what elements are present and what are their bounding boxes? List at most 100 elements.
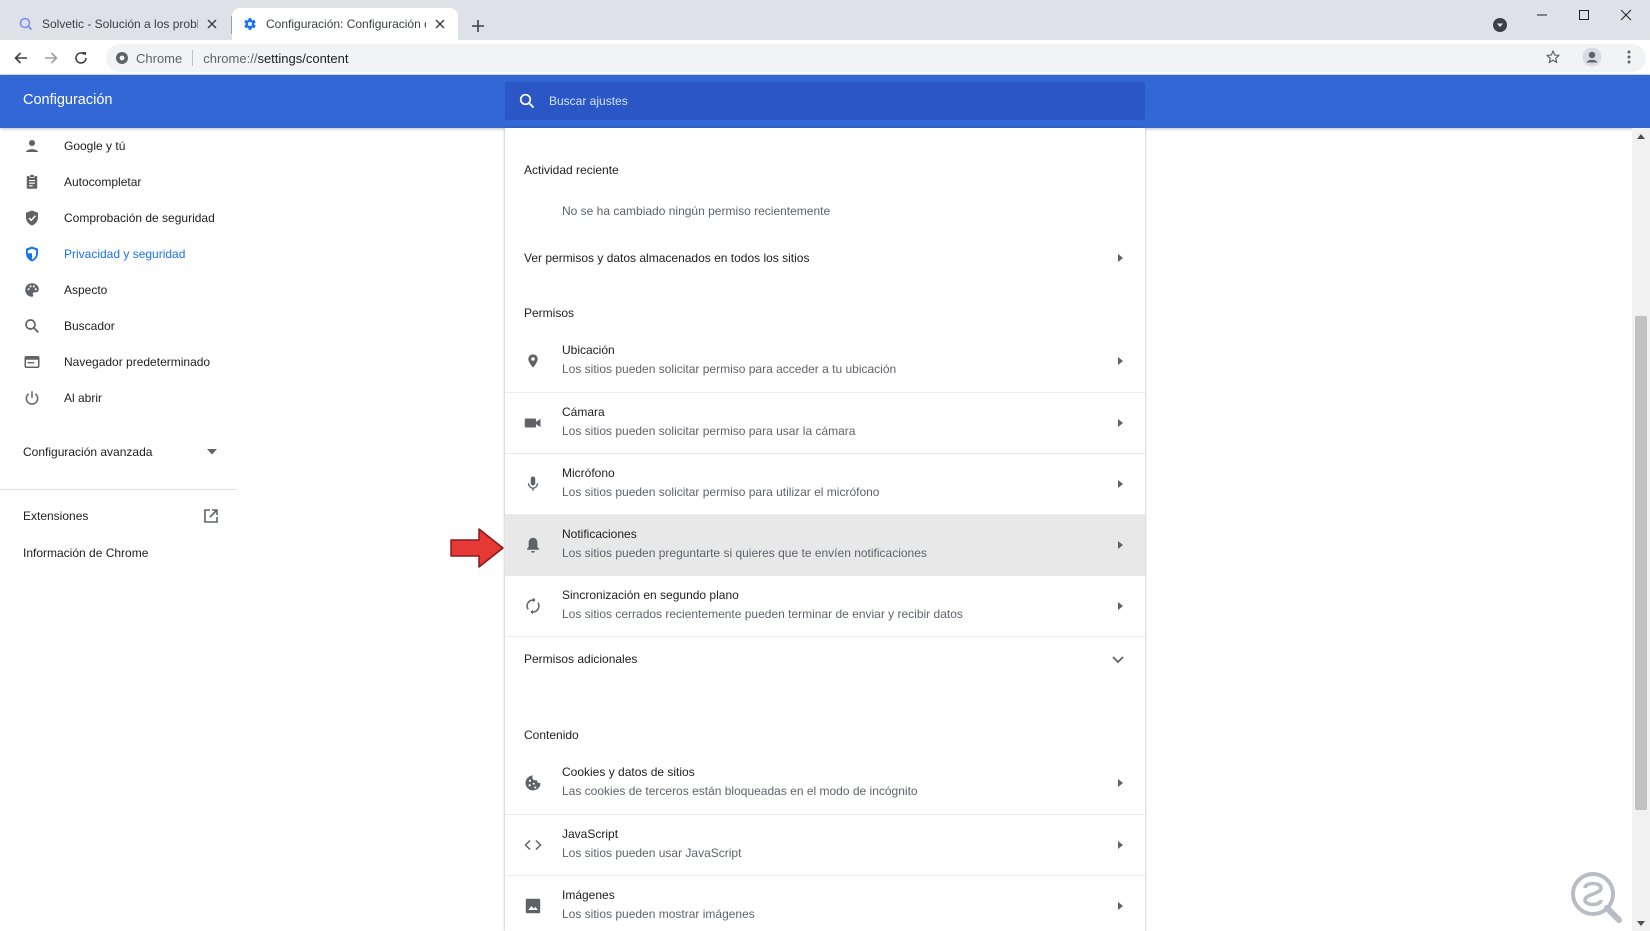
scrollbar-thumb[interactable] (1635, 316, 1647, 810)
tab-settings[interactable]: Configuración: Configuración de (232, 8, 458, 40)
sidebar-item-safety-check[interactable]: Comprobación de seguridad (0, 200, 236, 236)
annotation-arrow-icon (450, 528, 504, 568)
maximize-icon[interactable] (1563, 4, 1605, 26)
permission-description: Los sitios pueden solicitar permiso para… (562, 485, 880, 499)
permission-title: Sincronización en segundo plano (562, 588, 739, 602)
bookmark-star-icon[interactable] (1542, 46, 1564, 68)
solvetic-watermark-logo-icon (1571, 872, 1622, 923)
permission-row-location[interactable]: Ubicación Los sitios pueden solicitar pe… (505, 331, 1145, 392)
arrow-right-icon (1112, 598, 1128, 614)
recent-activity-text: No se ha cambiado ningún permiso recient… (562, 204, 831, 218)
address-bar[interactable]: Chrome chrome://settings/content (106, 44, 1646, 72)
sidebar-item-label: Comprobación de seguridad (64, 211, 215, 225)
permission-description: Los sitios pueden solicitar permiso para… (562, 424, 856, 438)
sidebar-item-label: Autocompletar (64, 175, 142, 189)
permission-row-notifications[interactable]: Notificaciones Los sitios pueden pregunt… (505, 514, 1145, 575)
close-icon[interactable] (432, 16, 448, 32)
image-icon (522, 895, 544, 917)
close-icon[interactable] (204, 16, 220, 32)
sidebar-item-label: Al abrir (64, 391, 103, 405)
code-icon (522, 834, 544, 856)
shield-half-icon (22, 244, 42, 264)
palette-icon (22, 280, 42, 300)
browser-icon (22, 352, 42, 372)
sidebar-item-on-startup[interactable]: Al abrir (0, 380, 236, 416)
person-icon (22, 136, 42, 156)
permission-row-camera[interactable]: Cámara Los sitios pueden solicitar permi… (505, 392, 1145, 453)
content-title-text: Imágenes (562, 888, 615, 902)
sidebar-item-label: Información de Chrome (23, 546, 149, 560)
forward-arrow-icon[interactable] (38, 45, 64, 71)
gear-icon (242, 16, 258, 32)
sync-icon (522, 595, 544, 617)
view-all-permissions-link[interactable]: Ver permisos y datos almacenados en todo… (505, 238, 1145, 278)
permission-description: Los sitios pueden solicitar permiso para… (562, 362, 897, 376)
sidebar-item-label: Google y tú (64, 139, 126, 153)
search-icon (22, 316, 42, 336)
permission-title: Notificaciones (562, 527, 637, 541)
sidebar-item-autofill[interactable]: Autocompletar (0, 164, 236, 200)
more-menu-icon[interactable] (1618, 46, 1640, 68)
camera-icon (522, 412, 544, 434)
content-description: Los sitios pueden usar JavaScript (562, 846, 742, 860)
arrow-right-icon (1112, 415, 1128, 431)
omnibox-url-scheme: chrome:// (203, 50, 258, 66)
permission-title: Ubicación (562, 343, 615, 357)
content-title: Contenido (524, 728, 579, 742)
content-title-text: Cookies y datos de sitios (562, 765, 695, 779)
profile-avatar-icon[interactable] (1581, 46, 1603, 68)
permission-description: Los sitios cerrados recientemente pueden… (562, 607, 963, 621)
sidebar-item-default-browser[interactable]: Navegador predeterminado (0, 344, 236, 380)
search-input[interactable] (549, 94, 1109, 108)
sidebar-item-search-engine[interactable]: Buscador (0, 308, 236, 344)
arrow-right-icon (1112, 353, 1128, 369)
new-tab-plus-icon[interactable] (466, 14, 490, 38)
content-row-javascript[interactable]: JavaScript Los sitios pueden usar JavaSc… (505, 814, 1145, 875)
tab-search-icon[interactable] (1489, 14, 1511, 36)
back-arrow-icon[interactable] (8, 45, 34, 71)
sidebar-item-label: Aspecto (64, 283, 108, 297)
tab-strip: Solvetic - Solución a los problemas Conf… (0, 0, 1650, 40)
omnibox-divider (192, 50, 194, 66)
sidebar-item-label: Extensiones (23, 509, 89, 523)
additional-permissions-toggle[interactable]: Permisos adicionales (505, 636, 1145, 680)
sidebar-item-appearance[interactable]: Aspecto (0, 272, 236, 308)
permission-row-background-sync[interactable]: Sincronización en segundo plano Los siti… (505, 575, 1145, 636)
reload-icon[interactable] (68, 45, 94, 71)
permission-row-microphone[interactable]: Micrófono Los sitios pueden solicitar pe… (505, 453, 1145, 514)
permission-title: Micrófono (562, 466, 615, 480)
chrome-page-icon[interactable] (114, 50, 130, 66)
scroll-up-arrow-icon[interactable] (1632, 128, 1650, 144)
permission-description: Los sitios pueden preguntarte si quieres… (562, 546, 927, 560)
search-icon (517, 91, 537, 111)
content-row-images[interactable]: Imágenes Los sitios pueden mostrar imáge… (505, 875, 1145, 931)
arrow-right-icon (1112, 250, 1128, 266)
arrow-right-icon (1112, 537, 1128, 553)
tab-title: Solvetic - Solución a los problemas (42, 17, 198, 31)
scroll-down-arrow-icon[interactable] (1632, 915, 1650, 931)
minimize-icon[interactable] (1521, 4, 1563, 26)
arrow-right-icon (1112, 775, 1128, 791)
settings-search[interactable] (505, 82, 1145, 120)
permission-title: Cámara (562, 405, 605, 419)
shield-check-icon (22, 208, 42, 228)
sidebar-item-about-chrome[interactable]: Información de Chrome (0, 535, 236, 571)
window-close-icon[interactable] (1605, 4, 1647, 26)
sidebar-item-privacy[interactable]: Privacidad y seguridad (0, 236, 236, 272)
sidebar-item-extensions[interactable]: Extensiones (0, 498, 236, 534)
browser-toolbar: Chrome chrome://settings/content (0, 40, 1650, 75)
vertical-scrollbar[interactable] (1632, 128, 1650, 931)
advanced-settings-toggle[interactable]: Configuración avanzada (0, 434, 236, 470)
view-all-permissions-label: Ver permisos y datos almacenados en todo… (524, 251, 810, 265)
dropdown-arrow-icon (204, 444, 220, 460)
location-pin-icon (522, 350, 544, 372)
clipboard-icon (22, 172, 42, 192)
recent-activity-title: Actividad reciente (524, 163, 619, 177)
permissions-title: Permisos (524, 306, 575, 320)
sidebar-item-google[interactable]: Google y tú (0, 128, 236, 164)
sidebar-item-label: Navegador predeterminado (64, 355, 211, 369)
tab-solvetic[interactable]: Solvetic - Solución a los problemas (8, 8, 230, 40)
solvetic-favicon-icon (18, 16, 34, 32)
sidebar-divider (0, 489, 236, 490)
content-row-cookies[interactable]: Cookies y datos de sitios Las cookies de… (505, 753, 1145, 814)
